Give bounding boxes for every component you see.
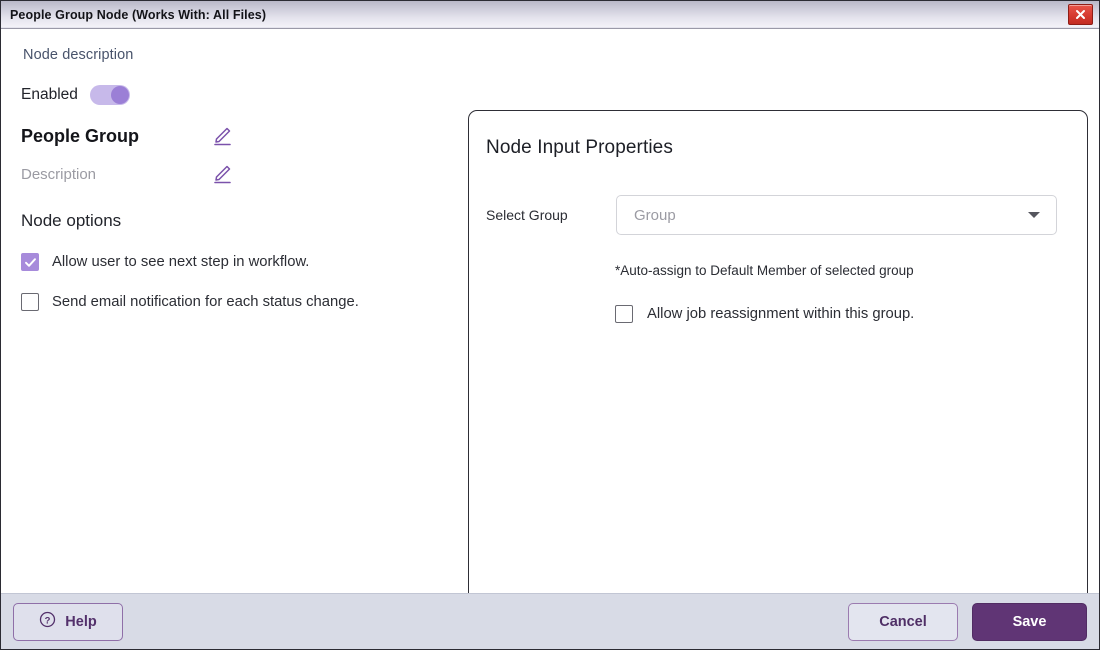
left-column: Node description Enabled People Group De…: [1, 29, 461, 333]
title-bar: People Group Node (Works With: All Files…: [1, 1, 1099, 29]
save-button-label: Save: [1012, 613, 1047, 630]
svg-text:?: ?: [45, 615, 51, 626]
question-circle-icon: ?: [39, 611, 56, 632]
option-allow-next-step[interactable]: Allow user to see next step in workflow.: [21, 253, 461, 271]
window-title: People Group Node (Works With: All Files…: [10, 7, 267, 22]
dialog-footer: ? Help Cancel Save: [1, 593, 1099, 649]
option-label: Allow user to see next step in workflow.: [52, 254, 310, 270]
option-allow-reassignment[interactable]: Allow job reassignment within this group…: [615, 305, 1057, 323]
panel-title: Node Input Properties: [486, 137, 673, 158]
close-icon[interactable]: [1068, 4, 1093, 25]
save-button[interactable]: Save: [972, 602, 1087, 641]
enabled-label: Enabled: [21, 86, 78, 103]
pencil-icon[interactable]: [208, 121, 236, 151]
select-group-value: Group: [634, 206, 676, 224]
cancel-button-label: Cancel: [879, 613, 927, 630]
dialog-window: People Group Node (Works With: All Files…: [0, 0, 1100, 650]
node-description-row: Description: [21, 159, 236, 189]
checkbox-send-email[interactable]: [21, 293, 39, 311]
option-send-email[interactable]: Send email notification for each status …: [21, 293, 461, 311]
help-button-label: Help: [65, 613, 97, 630]
node-input-properties-panel: Node Input Properties Select Group Group…: [468, 110, 1088, 614]
checkbox-allow-reassignment[interactable]: [615, 305, 633, 323]
option-label: Send email notification for each status …: [52, 294, 359, 310]
help-button[interactable]: ? Help: [13, 602, 123, 641]
auto-assign-hint: *Auto-assign to Default Member of select…: [615, 263, 914, 278]
pencil-icon[interactable]: [208, 159, 236, 189]
checkbox-allow-next-step[interactable]: [21, 253, 39, 271]
toggle-knob: [110, 86, 129, 104]
select-group-label: Select Group: [486, 207, 568, 223]
node-name-value: People Group: [21, 125, 140, 146]
node-description-label: Node description: [23, 47, 134, 63]
node-options-title: Node options: [21, 211, 122, 230]
select-group-row: Select Group Group: [486, 195, 1057, 235]
select-group-dropdown[interactable]: Group: [616, 195, 1057, 235]
cancel-button[interactable]: Cancel: [848, 602, 958, 641]
node-description-value: Description: [21, 165, 97, 183]
enabled-toggle[interactable]: [89, 85, 130, 105]
node-name-row: People Group: [21, 121, 236, 151]
option-label: Allow job reassignment within this group…: [647, 306, 915, 322]
dialog-body: Node description Enabled People Group De…: [1, 29, 1099, 614]
enabled-row: Enabled: [21, 85, 461, 105]
chevron-down-icon: [1028, 212, 1040, 218]
